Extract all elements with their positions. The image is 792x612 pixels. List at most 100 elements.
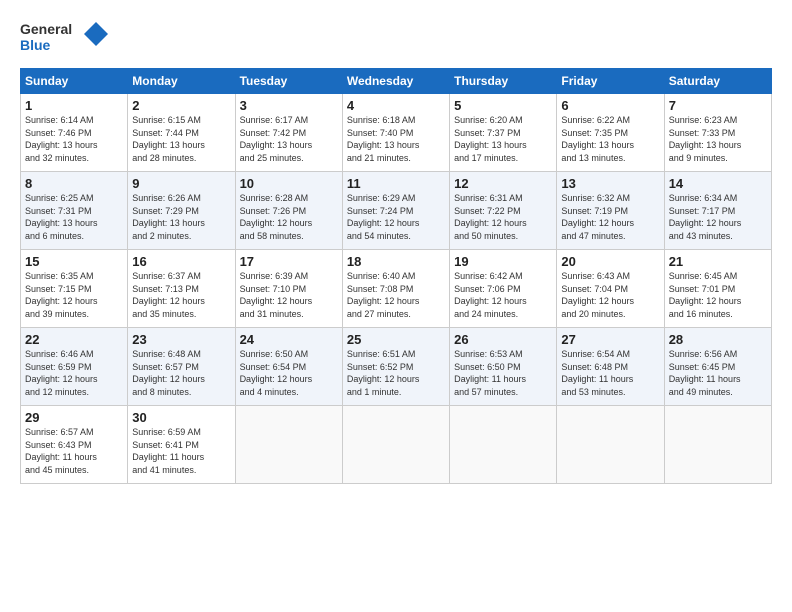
day-number: 28 [669,332,767,347]
cell-info: Sunrise: 6:23 AM Sunset: 7:33 PM Dayligh… [669,114,767,164]
cell-info: Sunrise: 6:46 AM Sunset: 6:59 PM Dayligh… [25,348,123,398]
day-number: 5 [454,98,552,113]
calendar-cell: 29Sunrise: 6:57 AM Sunset: 6:43 PM Dayli… [21,406,128,484]
calendar-cell: 27Sunrise: 6:54 AM Sunset: 6:48 PM Dayli… [557,328,664,406]
cell-info: Sunrise: 6:34 AM Sunset: 7:17 PM Dayligh… [669,192,767,242]
col-header-tuesday: Tuesday [235,69,342,94]
calendar-week-row: 8Sunrise: 6:25 AM Sunset: 7:31 PM Daylig… [21,172,772,250]
day-number: 19 [454,254,552,269]
cell-info: Sunrise: 6:28 AM Sunset: 7:26 PM Dayligh… [240,192,338,242]
calendar-cell: 7Sunrise: 6:23 AM Sunset: 7:33 PM Daylig… [664,94,771,172]
day-number: 9 [132,176,230,191]
col-header-sunday: Sunday [21,69,128,94]
day-number: 6 [561,98,659,113]
cell-info: Sunrise: 6:43 AM Sunset: 7:04 PM Dayligh… [561,270,659,320]
svg-text:General: General [20,21,72,37]
day-number: 25 [347,332,445,347]
col-header-wednesday: Wednesday [342,69,449,94]
cell-info: Sunrise: 6:53 AM Sunset: 6:50 PM Dayligh… [454,348,552,398]
calendar-cell: 21Sunrise: 6:45 AM Sunset: 7:01 PM Dayli… [664,250,771,328]
day-number: 27 [561,332,659,347]
day-number: 21 [669,254,767,269]
calendar-cell [450,406,557,484]
calendar-week-row: 29Sunrise: 6:57 AM Sunset: 6:43 PM Dayli… [21,406,772,484]
day-number: 10 [240,176,338,191]
calendar-cell: 11Sunrise: 6:29 AM Sunset: 7:24 PM Dayli… [342,172,449,250]
cell-info: Sunrise: 6:32 AM Sunset: 7:19 PM Dayligh… [561,192,659,242]
calendar-cell: 23Sunrise: 6:48 AM Sunset: 6:57 PM Dayli… [128,328,235,406]
day-number: 30 [132,410,230,425]
day-number: 7 [669,98,767,113]
calendar-cell: 24Sunrise: 6:50 AM Sunset: 6:54 PM Dayli… [235,328,342,406]
cell-info: Sunrise: 6:15 AM Sunset: 7:44 PM Dayligh… [132,114,230,164]
cell-info: Sunrise: 6:48 AM Sunset: 6:57 PM Dayligh… [132,348,230,398]
calendar-cell: 2Sunrise: 6:15 AM Sunset: 7:44 PM Daylig… [128,94,235,172]
day-number: 14 [669,176,767,191]
day-number: 17 [240,254,338,269]
page-header: General Blue [20,18,772,58]
calendar-cell: 22Sunrise: 6:46 AM Sunset: 6:59 PM Dayli… [21,328,128,406]
cell-info: Sunrise: 6:57 AM Sunset: 6:43 PM Dayligh… [25,426,123,476]
day-number: 29 [25,410,123,425]
cell-info: Sunrise: 6:59 AM Sunset: 6:41 PM Dayligh… [132,426,230,476]
calendar-cell: 1Sunrise: 6:14 AM Sunset: 7:46 PM Daylig… [21,94,128,172]
calendar-cell: 17Sunrise: 6:39 AM Sunset: 7:10 PM Dayli… [235,250,342,328]
day-number: 22 [25,332,123,347]
logo: General Blue [20,18,110,58]
cell-info: Sunrise: 6:26 AM Sunset: 7:29 PM Dayligh… [132,192,230,242]
calendar-cell: 26Sunrise: 6:53 AM Sunset: 6:50 PM Dayli… [450,328,557,406]
cell-info: Sunrise: 6:56 AM Sunset: 6:45 PM Dayligh… [669,348,767,398]
calendar-week-row: 15Sunrise: 6:35 AM Sunset: 7:15 PM Dayli… [21,250,772,328]
day-number: 11 [347,176,445,191]
cell-info: Sunrise: 6:45 AM Sunset: 7:01 PM Dayligh… [669,270,767,320]
calendar-cell: 6Sunrise: 6:22 AM Sunset: 7:35 PM Daylig… [557,94,664,172]
cell-info: Sunrise: 6:22 AM Sunset: 7:35 PM Dayligh… [561,114,659,164]
calendar-cell: 13Sunrise: 6:32 AM Sunset: 7:19 PM Dayli… [557,172,664,250]
calendar-cell: 3Sunrise: 6:17 AM Sunset: 7:42 PM Daylig… [235,94,342,172]
cell-info: Sunrise: 6:54 AM Sunset: 6:48 PM Dayligh… [561,348,659,398]
day-number: 18 [347,254,445,269]
calendar-cell: 15Sunrise: 6:35 AM Sunset: 7:15 PM Dayli… [21,250,128,328]
day-number: 26 [454,332,552,347]
cell-info: Sunrise: 6:42 AM Sunset: 7:06 PM Dayligh… [454,270,552,320]
svg-text:Blue: Blue [20,37,51,53]
calendar-week-row: 1Sunrise: 6:14 AM Sunset: 7:46 PM Daylig… [21,94,772,172]
cell-info: Sunrise: 6:35 AM Sunset: 7:15 PM Dayligh… [25,270,123,320]
calendar-cell: 25Sunrise: 6:51 AM Sunset: 6:52 PM Dayli… [342,328,449,406]
day-number: 2 [132,98,230,113]
calendar-cell [342,406,449,484]
day-number: 15 [25,254,123,269]
day-number: 8 [25,176,123,191]
calendar-cell: 16Sunrise: 6:37 AM Sunset: 7:13 PM Dayli… [128,250,235,328]
calendar-cell: 19Sunrise: 6:42 AM Sunset: 7:06 PM Dayli… [450,250,557,328]
col-header-thursday: Thursday [450,69,557,94]
col-header-saturday: Saturday [664,69,771,94]
day-number: 3 [240,98,338,113]
cell-info: Sunrise: 6:29 AM Sunset: 7:24 PM Dayligh… [347,192,445,242]
calendar-table: SundayMondayTuesdayWednesdayThursdayFrid… [20,68,772,484]
calendar-cell: 20Sunrise: 6:43 AM Sunset: 7:04 PM Dayli… [557,250,664,328]
day-number: 4 [347,98,445,113]
logo-svg: General Blue [20,18,110,58]
cell-info: Sunrise: 6:18 AM Sunset: 7:40 PM Dayligh… [347,114,445,164]
cell-info: Sunrise: 6:31 AM Sunset: 7:22 PM Dayligh… [454,192,552,242]
day-number: 13 [561,176,659,191]
calendar-body: 1Sunrise: 6:14 AM Sunset: 7:46 PM Daylig… [21,94,772,484]
calendar-cell: 5Sunrise: 6:20 AM Sunset: 7:37 PM Daylig… [450,94,557,172]
cell-info: Sunrise: 6:17 AM Sunset: 7:42 PM Dayligh… [240,114,338,164]
calendar-cell: 8Sunrise: 6:25 AM Sunset: 7:31 PM Daylig… [21,172,128,250]
cell-info: Sunrise: 6:20 AM Sunset: 7:37 PM Dayligh… [454,114,552,164]
cell-info: Sunrise: 6:25 AM Sunset: 7:31 PM Dayligh… [25,192,123,242]
cell-info: Sunrise: 6:37 AM Sunset: 7:13 PM Dayligh… [132,270,230,320]
cell-info: Sunrise: 6:51 AM Sunset: 6:52 PM Dayligh… [347,348,445,398]
day-number: 16 [132,254,230,269]
day-number: 12 [454,176,552,191]
col-header-monday: Monday [128,69,235,94]
col-header-friday: Friday [557,69,664,94]
calendar-cell [664,406,771,484]
calendar-cell: 4Sunrise: 6:18 AM Sunset: 7:40 PM Daylig… [342,94,449,172]
calendar-week-row: 22Sunrise: 6:46 AM Sunset: 6:59 PM Dayli… [21,328,772,406]
calendar-cell: 12Sunrise: 6:31 AM Sunset: 7:22 PM Dayli… [450,172,557,250]
calendar-header-row: SundayMondayTuesdayWednesdayThursdayFrid… [21,69,772,94]
cell-info: Sunrise: 6:50 AM Sunset: 6:54 PM Dayligh… [240,348,338,398]
